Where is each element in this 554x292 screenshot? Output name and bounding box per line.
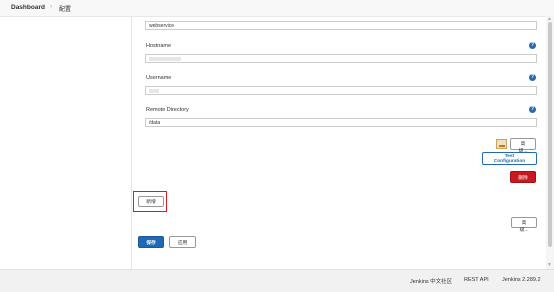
add-server-button[interactable]: 新增 — [138, 196, 164, 207]
footer-version-link[interactable]: Jenkins 2.289.2 — [502, 277, 541, 283]
breadcrumb-dashboard-link[interactable]: Dashboard — [11, 4, 45, 11]
name-field[interactable]: webservice — [145, 21, 537, 30]
hostname-help-icon[interactable]: ? — [529, 42, 536, 49]
scrollbar-thumb[interactable] — [548, 22, 552, 247]
breadcrumb-separator: › — [50, 4, 52, 10]
delete-server-button[interactable]: 删除 — [510, 171, 536, 183]
apply-button[interactable]: 应用 — [169, 236, 196, 248]
hostname-redacted-value — [149, 57, 181, 61]
remote-directory-field[interactable]: /data — [145, 118, 537, 127]
username-field[interactable] — [145, 86, 537, 95]
scroll-down-icon[interactable]: ▼ — [547, 262, 552, 268]
hostname-label: Hostname — [146, 43, 172, 49]
breadcrumb-current: 配置 — [59, 7, 72, 13]
top-bar — [0, 0, 554, 17]
save-button[interactable]: 保存 — [138, 236, 164, 248]
footer-community-link[interactable]: Jenkins 中文社区 — [410, 277, 452, 285]
footer-rest-api-link[interactable]: REST API — [464, 277, 489, 283]
remote-directory-value: /data — [149, 120, 161, 126]
username-label: Username — [146, 75, 172, 81]
name-field-value: webservice — [149, 23, 175, 29]
username-redacted-value — [149, 89, 159, 93]
advanced-server-button[interactable]: 高级... — [510, 138, 536, 154]
advanced-bottom-button[interactable]: 高级... — [511, 217, 537, 233]
remote-directory-help-icon[interactable]: ? — [529, 106, 536, 113]
notepad-icon — [496, 139, 507, 149]
remote-directory-label: Remote Directory — [146, 107, 189, 113]
test-configuration-button[interactable]: Test Configuration — [482, 152, 537, 165]
hostname-field[interactable] — [145, 54, 537, 63]
scroll-up-icon[interactable]: ▲ — [547, 16, 552, 22]
side-panel-divider — [131, 16, 132, 270]
username-help-icon[interactable]: ? — [529, 74, 536, 81]
